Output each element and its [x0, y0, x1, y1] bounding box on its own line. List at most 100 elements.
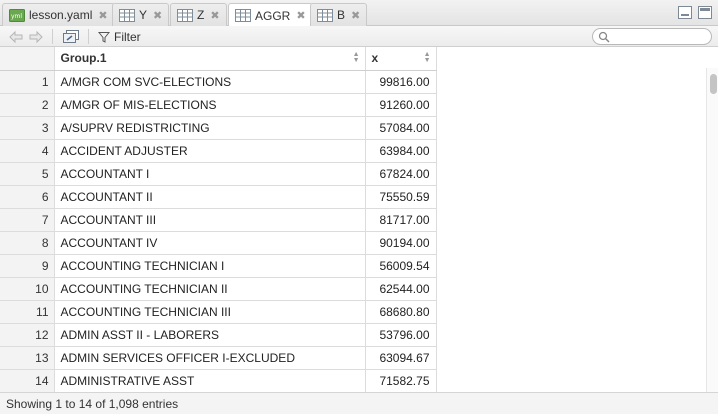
row-index: 4 [0, 139, 55, 163]
row-index: 12 [0, 323, 55, 347]
vertical-scrollbar[interactable] [706, 68, 718, 392]
row-index: 6 [0, 185, 55, 209]
maximize-pane-button[interactable] [698, 6, 712, 19]
table-row: 5 ACCOUNTANT I 67824.00 [0, 162, 437, 186]
cell-group: ADMINISTRATIVE ASST [54, 369, 366, 392]
cell-group: ACCOUNTANT I [54, 162, 366, 186]
row-index: 8 [0, 231, 55, 255]
table-row: 10 ACCOUNTING TECHNICIAN II 62544.00 [0, 277, 437, 301]
popout-window-icon [63, 29, 79, 43]
cell-x: 99816.00 [365, 70, 437, 94]
arrow-right-icon [29, 30, 43, 43]
cell-group: ADMIN ASST II - LABORERS [54, 323, 366, 347]
cell-group: ADMIN SERVICES OFFICER I-EXCLUDED [54, 346, 366, 370]
forward-button[interactable] [28, 28, 44, 45]
table-row: 4 ACCIDENT ADJUSTER 63984.00 [0, 139, 437, 163]
cell-x: 75550.59 [365, 185, 437, 209]
table-row: 13 ADMIN SERVICES OFFICER I-EXCLUDED 63094… [0, 346, 437, 370]
filter-button[interactable]: Filter [98, 28, 141, 45]
yaml-file-icon: yml [9, 8, 25, 22]
arrow-left-icon [9, 30, 23, 43]
row-index: 10 [0, 277, 55, 301]
tab-label: Z [197, 8, 205, 22]
close-icon[interactable]: ✖ [153, 9, 162, 22]
cell-group: ACCOUNTING TECHNICIAN III [54, 300, 366, 324]
cell-group: A/MGR COM SVC-ELECTIONS [54, 70, 366, 94]
cell-x: 63094.67 [365, 346, 437, 370]
cell-group: ACCOUNTANT IV [54, 231, 366, 255]
cell-x: 90194.00 [365, 231, 437, 255]
show-in-window-button[interactable] [62, 28, 80, 45]
close-icon[interactable]: ✖ [351, 9, 360, 22]
cell-x: 57084.00 [365, 116, 437, 140]
cell-group: A/MGR OF MIS-ELECTIONS [54, 93, 366, 117]
cell-x: 81717.00 [365, 208, 437, 232]
table-row: 11 ACCOUNTING TECHNICIAN III 68680.80 [0, 300, 437, 324]
cell-x: 68680.80 [365, 300, 437, 324]
table-icon [119, 8, 135, 22]
tab-aggr[interactable]: AGGR ✖ [228, 3, 313, 27]
close-icon[interactable]: ✖ [210, 9, 219, 22]
toolbar-separator [52, 29, 53, 44]
row-index: 5 [0, 162, 55, 186]
table-row: 7 ACCOUNTANT III 81717.00 [0, 208, 437, 232]
tab-label: lesson.yaml [29, 8, 93, 22]
back-button[interactable] [8, 28, 24, 45]
tab-y[interactable]: Y ✖ [112, 3, 170, 26]
column-header-label: x [371, 51, 379, 66]
cell-group: ACCOUNTING TECHNICIAN II [54, 277, 366, 301]
column-header-label: Group.1 [60, 51, 107, 66]
minimize-pane-button[interactable] [678, 6, 692, 19]
toolbar-separator [88, 29, 89, 44]
search-input[interactable] [592, 28, 712, 45]
row-index: 7 [0, 208, 55, 232]
data-table: Group.1 ▲ ▼ x ▲ ▼ 1 A/MGR COM SVC-ELECTIONS… [0, 47, 437, 392]
viewer-toolbar: Filter [0, 26, 718, 47]
column-header-x[interactable]: x ▲ ▼ [365, 47, 437, 71]
table-row: 3 A/SUPRV REDISTRICTING 57084.00 [0, 116, 437, 140]
table-row: 2 A/MGR OF MIS-ELECTIONS 91260.00 [0, 93, 437, 117]
close-icon[interactable]: ✖ [296, 9, 305, 22]
svg-text:yml: yml [11, 13, 22, 20]
search-icon [598, 31, 610, 43]
tab-label: AGGR [255, 8, 291, 23]
cell-x: 91260.00 [365, 93, 437, 117]
cell-x: 62544.00 [365, 277, 437, 301]
funnel-icon [98, 31, 110, 43]
sort-arrows-icon[interactable]: ▲ ▼ [424, 51, 431, 64]
cell-group: ACCIDENT ADJUSTER [54, 139, 366, 163]
row-index: 3 [0, 116, 55, 140]
cell-x: 71582.75 [365, 369, 437, 392]
sort-arrows-icon[interactable]: ▲ ▼ [353, 51, 360, 64]
cell-group: A/SUPRV REDISTRICTING [54, 116, 366, 140]
tab-label: Y [139, 8, 148, 22]
editor-tab-bar: yml lesson.yaml ✖ Y ✖ Z ✖ AGGR ✖ B ✖ [0, 0, 718, 27]
tab-lesson-yaml[interactable]: yml lesson.yaml ✖ [2, 3, 115, 26]
table-icon [317, 8, 333, 22]
table-header-row: Group.1 ▲ ▼ x ▲ ▼ [0, 47, 437, 71]
table-icon [177, 8, 193, 22]
tab-b[interactable]: B ✖ [310, 3, 368, 26]
table-row: 6 ACCOUNTANT II 75550.59 [0, 185, 437, 209]
tab-label: B [337, 8, 346, 22]
column-header-row-index [0, 47, 55, 71]
scrollbar-thumb[interactable] [710, 74, 717, 94]
row-index: 13 [0, 346, 55, 370]
table-row: 12 ADMIN ASST II - LABORERS 53796.00 [0, 323, 437, 347]
column-header-group-1[interactable]: Group.1 ▲ ▼ [54, 47, 366, 71]
data-grid: Group.1 ▲ ▼ x ▲ ▼ 1 A/MGR COM SVC-ELECTIONS… [0, 47, 706, 392]
table-row: 9 ACCOUNTING TECHNICIAN I 56009.54 [0, 254, 437, 278]
cell-group: ACCOUNTANT III [54, 208, 366, 232]
filter-label: Filter [114, 29, 141, 44]
row-index: 2 [0, 93, 55, 117]
table-row: 14 ADMINISTRATIVE ASST 71582.75 [0, 369, 437, 392]
row-index: 11 [0, 300, 55, 324]
table-row: 1 A/MGR COM SVC-ELECTIONS 99816.00 [0, 70, 437, 94]
row-index: 1 [0, 70, 55, 94]
row-index: 9 [0, 254, 55, 278]
cell-x: 63984.00 [365, 139, 437, 163]
table-icon [235, 9, 251, 22]
tab-z[interactable]: Z ✖ [170, 3, 227, 26]
cell-group: ACCOUNTANT II [54, 185, 366, 209]
close-icon[interactable]: ✖ [98, 9, 107, 22]
